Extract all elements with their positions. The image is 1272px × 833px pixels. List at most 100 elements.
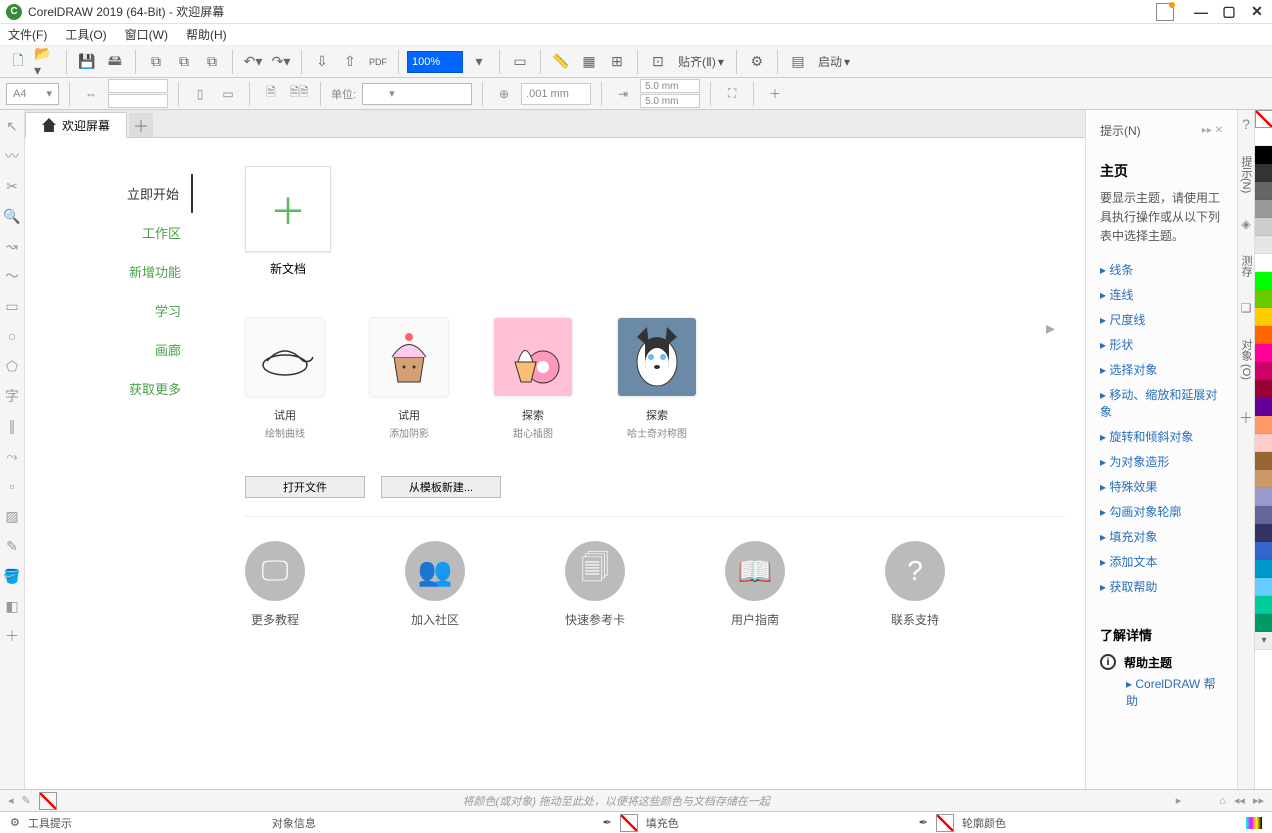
hint-link[interactable]: 为对象造形	[1100, 449, 1223, 474]
hint-link[interactable]: 移动、缩放和延展对象	[1100, 382, 1223, 424]
welcome-tab[interactable]: 欢迎屏幕	[25, 112, 127, 138]
polygon-tool-icon[interactable]: ⬠	[0, 354, 24, 378]
color-swatch[interactable]	[1255, 164, 1272, 182]
hint-link[interactable]: 形状	[1100, 332, 1223, 357]
new-doc-icon[interactable]: 🗋	[6, 50, 30, 74]
page-icon[interactable]: 🗎	[260, 83, 282, 105]
hint-link[interactable]: 尺度线	[1100, 307, 1223, 332]
color-swatch[interactable]	[1255, 326, 1272, 344]
fill-tool-icon[interactable]: 🪣	[0, 564, 24, 588]
new-from-template-button[interactable]: 从模板新建...	[381, 476, 501, 498]
unit-select[interactable]: ▾	[362, 83, 472, 105]
color-swatch[interactable]	[1255, 488, 1272, 506]
outline-tool-icon[interactable]: ◧	[0, 594, 24, 618]
add-tool-icon[interactable]: ＋	[0, 624, 24, 648]
help-support[interactable]: ?联系支持	[885, 541, 945, 628]
maximize-button[interactable]: ▢	[1220, 3, 1238, 21]
nudge-icon[interactable]: ⊕	[493, 83, 515, 105]
help-userguide[interactable]: 📖用户指南	[725, 541, 785, 628]
minimize-button[interactable]: —	[1192, 3, 1210, 21]
redo-icon[interactable]: ↷▾	[269, 50, 293, 74]
crop-tool-icon[interactable]: ✂	[0, 174, 24, 198]
hint-link[interactable]: 添加文本	[1100, 549, 1223, 574]
color-swatch[interactable]	[1255, 182, 1272, 200]
connector-tool-icon[interactable]: ⤳	[0, 444, 24, 468]
no-color-swatch[interactable]	[1255, 110, 1272, 128]
ruler-icon[interactable]: 📏	[549, 50, 573, 74]
freehand-tool-icon[interactable]: ↝	[0, 234, 24, 258]
options-icon[interactable]: ⚙	[745, 50, 769, 74]
snap-icon[interactable]: ⊡	[646, 50, 670, 74]
save-icon[interactable]: 💾	[75, 50, 99, 74]
nav-fwd-icon[interactable]: ▸▸	[1253, 794, 1264, 807]
guides-icon[interactable]: ⊞	[605, 50, 629, 74]
color-swatch[interactable]	[1255, 308, 1272, 326]
snap-dropdown[interactable]: 贴齐(Ⅱ)▾	[674, 50, 728, 74]
outline-pen-icon[interactable]: ✒	[919, 816, 928, 829]
color-swatch[interactable]	[1255, 542, 1272, 560]
dup-x-field[interactable]: 5.0 mm	[640, 79, 700, 93]
fullscreen-icon[interactable]: ▭	[508, 50, 532, 74]
width-field[interactable]	[108, 79, 168, 93]
add-icon[interactable]: ＋	[764, 83, 786, 105]
print-icon[interactable]: 🖴	[103, 50, 127, 74]
gallery-card[interactable]: 试用 添加阴影	[369, 317, 449, 440]
new-document-tile[interactable]: ＋	[245, 166, 331, 252]
gallery-card[interactable]: 探索 哈士奇对称图	[617, 317, 697, 440]
pdf-icon[interactable]: PDF	[366, 50, 390, 74]
menu-tools[interactable]: 工具(O)	[65, 26, 106, 43]
no-color-swatch[interactable]	[39, 792, 57, 810]
undo-icon[interactable]: ↶▾	[241, 50, 265, 74]
dup-x-icon[interactable]: ⇥	[612, 83, 634, 105]
help-tutorials[interactable]: 🖵更多教程	[245, 541, 305, 628]
color-swatch[interactable]	[1255, 506, 1272, 524]
artistic-tool-icon[interactable]: 〜	[0, 264, 24, 288]
layers-icon[interactable]: ❑	[1241, 301, 1252, 315]
color-swatch[interactable]	[1255, 146, 1272, 164]
portrait-icon[interactable]: ▯	[189, 83, 211, 105]
shape-tool-icon[interactable]: 〰	[0, 144, 24, 168]
docker-tab-measure[interactable]: 测存	[1238, 255, 1254, 277]
color-swatch[interactable]	[1255, 524, 1272, 542]
rectangle-tool-icon[interactable]: ▭	[0, 294, 24, 318]
color-swatch[interactable]	[1255, 236, 1272, 254]
hint-link[interactable]: 选择对象	[1100, 357, 1223, 382]
height-field[interactable]	[108, 94, 168, 108]
color-swatch[interactable]	[1255, 218, 1272, 236]
color-swatch[interactable]	[1255, 560, 1272, 578]
hint-link[interactable]: 旋转和倾斜对象	[1100, 424, 1223, 449]
eyedropper-icon[interactable]: ✎	[22, 794, 31, 807]
gallery-next-icon[interactable]: ▸	[1046, 318, 1055, 339]
nudge-field[interactable]: .001 mm	[521, 83, 591, 105]
open-file-button[interactable]: 打开文件	[245, 476, 365, 498]
transparency-tool-icon[interactable]: ▨	[0, 504, 24, 528]
color-swatch[interactable]	[1255, 596, 1272, 614]
color-swatch[interactable]	[1255, 578, 1272, 596]
dimension-icon[interactable]: ⇔	[80, 83, 102, 105]
outline-swatch[interactable]	[936, 814, 954, 832]
help-quickref[interactable]: 🗐快速参考卡	[565, 541, 625, 628]
diamond-icon[interactable]: ◈	[1241, 217, 1250, 231]
launch-panel-icon[interactable]: ▤	[786, 50, 810, 74]
fill-pen-icon[interactable]: ✒	[603, 816, 612, 829]
text-tool-icon[interactable]: 字	[0, 384, 24, 408]
hint-link[interactable]: 填充对象	[1100, 524, 1223, 549]
new-tab-button[interactable]: ＋	[129, 113, 153, 137]
zoom-tool-icon[interactable]: 🔍	[0, 204, 24, 228]
hint-link[interactable]: 连线	[1100, 282, 1223, 307]
color-swatch[interactable]	[1255, 128, 1272, 146]
nav-back-icon[interactable]: ◂◂	[1234, 794, 1245, 807]
paper-size-select[interactable]: A4▾	[6, 83, 59, 105]
color-swatch[interactable]	[1255, 344, 1272, 362]
color-swatch[interactable]	[1255, 416, 1272, 434]
gear-icon[interactable]: ⚙	[10, 816, 20, 829]
notification-icon[interactable]	[1156, 3, 1174, 21]
color-swatch[interactable]	[1255, 272, 1272, 290]
parallel-tool-icon[interactable]: ∥	[0, 414, 24, 438]
eyedropper-tool-icon[interactable]: ✎	[0, 534, 24, 558]
close-button[interactable]: ✕	[1248, 3, 1266, 21]
ellipse-tool-icon[interactable]: ○	[0, 324, 24, 348]
menu-help[interactable]: 帮助(H)	[186, 26, 227, 43]
panel-controls[interactable]: ▸▸ ✕	[1202, 125, 1223, 136]
scroll-left-icon[interactable]: ◂	[8, 794, 14, 807]
